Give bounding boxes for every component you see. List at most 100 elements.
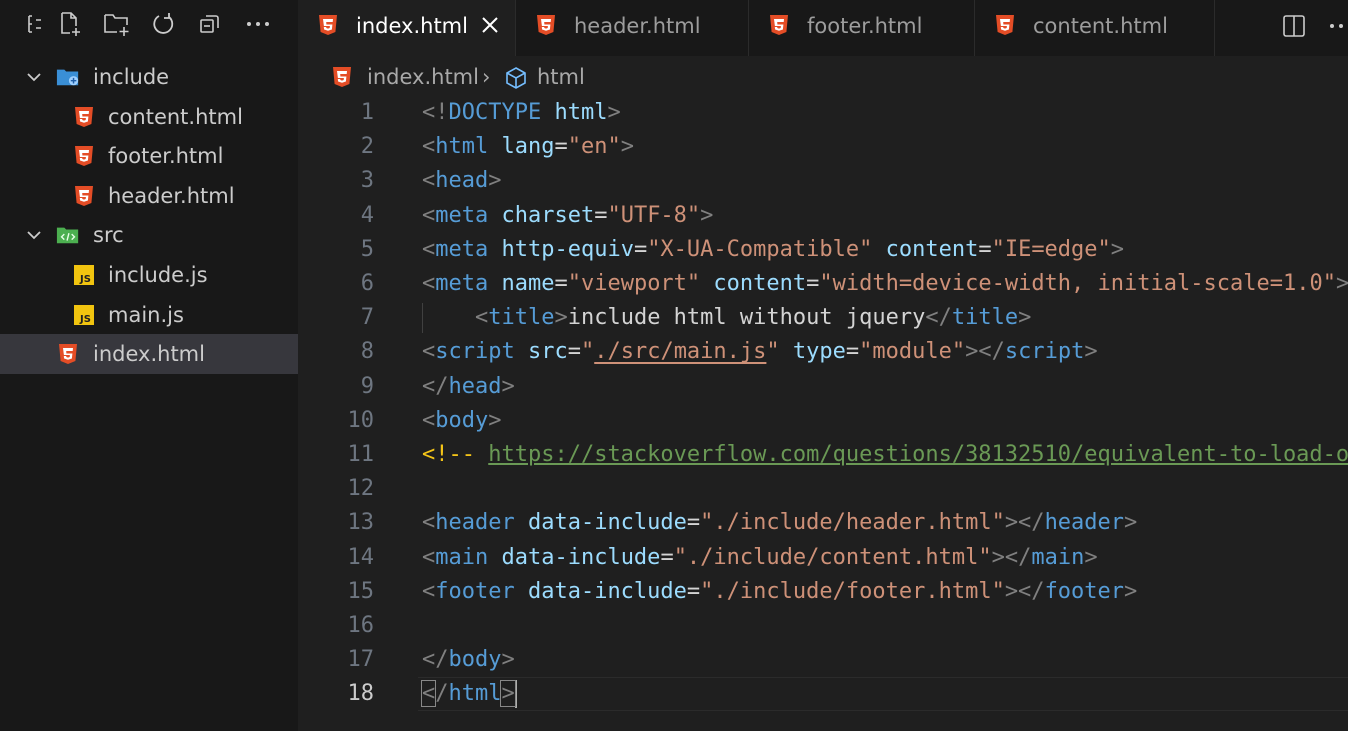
- code-text: </body>: [422, 647, 515, 673]
- explorer-sidebar: include content.html footer.html header.…: [0, 0, 298, 731]
- code-text: <html lang="en">: [422, 134, 634, 160]
- line-number: 8: [360, 339, 374, 365]
- code-text: <title>include html without jquery</titl…: [474, 305, 1032, 331]
- line-number: 2: [360, 134, 374, 160]
- code-text: <!DOCTYPE html>: [422, 100, 621, 125]
- line-number: 5: [360, 236, 374, 262]
- html-file-icon: [333, 67, 351, 87]
- collapse-all-icon[interactable]: [196, 10, 224, 38]
- code-line[interactable]: 10 <body>: [298, 404, 1348, 438]
- svg-text:JS: JS: [79, 314, 91, 325]
- html-file-icon: [319, 15, 337, 35]
- tab-content-html[interactable]: content.html: [975, 0, 1215, 56]
- code-line[interactable]: 14 <main data-include="./include/content.…: [298, 541, 1348, 575]
- tree-item-label: content.html: [108, 105, 243, 129]
- line-number: 14: [347, 544, 375, 570]
- code-line[interactable]: 12: [298, 472, 1348, 506]
- code-text: <main data-include="./include/content.ht…: [422, 544, 1098, 570]
- split-editor-icon[interactable]: [1282, 14, 1306, 38]
- tab-footer-html[interactable]: footer.html: [749, 0, 975, 56]
- html-file-icon: [537, 15, 555, 35]
- line-number: 4: [360, 202, 374, 228]
- code-line[interactable]: 15 <footer data-include="./include/footer…: [298, 575, 1348, 609]
- explorer-toolbar: [0, 0, 298, 52]
- code-line[interactable]: 18 </html>: [298, 677, 1348, 712]
- line-number: 13: [347, 510, 375, 536]
- code-text: <!-- https://stackoverflow.com/questions…: [422, 442, 1348, 467]
- code-text: <header data-include="./include/header.h…: [422, 510, 1138, 536]
- line-number: 10: [347, 407, 375, 433]
- file-content-html[interactable]: content.html: [0, 97, 298, 137]
- chevron-down-icon: [27, 231, 41, 240]
- code-editor[interactable]: 1 <!DOCTYPE html> 2 <html lang="en"> 3 <head>…: [298, 96, 1348, 731]
- code-text: <meta name="viewport" content="width=dev…: [422, 271, 1348, 296]
- line-number: 11: [347, 442, 375, 467]
- editor-tab-bar: index.html header.html footer.html conte…: [298, 0, 1348, 56]
- code-line[interactable]: 7 <title>include html without jquery</ti…: [298, 301, 1348, 335]
- line-number: 6: [360, 271, 374, 296]
- more-icon[interactable]: [244, 10, 272, 38]
- tab-label: index.html: [356, 14, 468, 38]
- code-line[interactable]: 6 <meta name="viewport" content="width=de…: [298, 267, 1348, 301]
- breadcrumb-file[interactable]: index.html: [367, 65, 479, 89]
- tab-label: header.html: [574, 14, 701, 38]
- code-line[interactable]: 4 <meta charset="UTF-8">: [298, 199, 1348, 233]
- file-header-html[interactable]: header.html: [0, 176, 298, 216]
- code-line[interactable]: 8 <script src="./src/main.js" type="modul…: [298, 335, 1348, 369]
- code-text: <body>: [422, 407, 502, 433]
- file-main-js[interactable]: JS main.js: [0, 295, 298, 335]
- breadcrumb: index.html › html: [298, 58, 1348, 96]
- file-footer-html[interactable]: footer.html: [0, 136, 298, 176]
- new-file-icon[interactable]: [56, 10, 84, 38]
- code-line[interactable]: 3 <head>: [298, 164, 1348, 198]
- symbol-cube-icon: [506, 67, 526, 89]
- text-cursor: [514, 680, 517, 709]
- code-text: <head>: [422, 168, 502, 194]
- code-line[interactable]: 16: [298, 609, 1348, 643]
- code-text: </html>: [420, 680, 517, 709]
- line-number: 3: [360, 168, 374, 194]
- folder-src[interactable]: src: [0, 215, 298, 255]
- code-text: <meta http-equiv="X-UA-Compatible" conte…: [422, 236, 1125, 262]
- explorer-icon[interactable]: [20, 10, 48, 38]
- html-file-icon: [996, 15, 1014, 35]
- line-number: 12: [347, 476, 375, 502]
- breadcrumb-symbol[interactable]: html: [537, 65, 585, 89]
- tree-item-label: src: [93, 223, 124, 247]
- line-number: 7: [360, 305, 374, 331]
- tree-item-label: include.js: [108, 263, 208, 287]
- more-actions-icon[interactable]: [1328, 14, 1348, 38]
- html-file-icon: [72, 144, 96, 168]
- folder-src-icon: [56, 223, 80, 247]
- new-folder-icon[interactable]: [103, 10, 131, 38]
- code-line[interactable]: 1 <!DOCTYPE html>: [298, 96, 1348, 130]
- tree-item-label: header.html: [108, 184, 235, 208]
- code-line[interactable]: 13 <header data-include="./include/header…: [298, 506, 1348, 540]
- html-file-icon: [72, 184, 96, 208]
- line-number: 16: [347, 613, 375, 638]
- tab-index-html[interactable]: index.html: [298, 0, 516, 56]
- file-index-html[interactable]: index.html: [0, 334, 298, 374]
- html-file-icon: [72, 105, 96, 129]
- current-line-highlight: [418, 677, 1348, 712]
- html-file-icon: [56, 342, 80, 366]
- chevron-down-icon: [27, 73, 41, 82]
- close-icon[interactable]: [479, 14, 501, 36]
- code-line[interactable]: 2 <html lang="en">: [298, 130, 1348, 164]
- code-line[interactable]: 11 <!-- https://stackoverflow.com/questio…: [298, 438, 1348, 472]
- svg-text:JS: JS: [79, 274, 91, 285]
- file-include-js[interactable]: JS include.js: [0, 255, 298, 295]
- code-text: <script src="./src/main.js" type="module…: [422, 339, 1098, 365]
- line-number: 18: [347, 681, 375, 707]
- line-number: 1: [360, 100, 374, 125]
- refresh-icon[interactable]: [149, 10, 177, 38]
- code-line[interactable]: 5 <meta http-equiv="X-UA-Compatible" cont…: [298, 233, 1348, 267]
- code-line[interactable]: 17 </body>: [298, 643, 1348, 677]
- tab-header-html[interactable]: header.html: [516, 0, 749, 56]
- code-line[interactable]: 9 </head>: [298, 370, 1348, 404]
- folder-include-icon: [56, 65, 80, 89]
- folder-include[interactable]: include: [0, 57, 298, 97]
- code-text: <meta charset="UTF-8">: [422, 202, 714, 228]
- js-file-icon: JS: [72, 263, 96, 287]
- breadcrumb-separator: ›: [482, 65, 491, 89]
